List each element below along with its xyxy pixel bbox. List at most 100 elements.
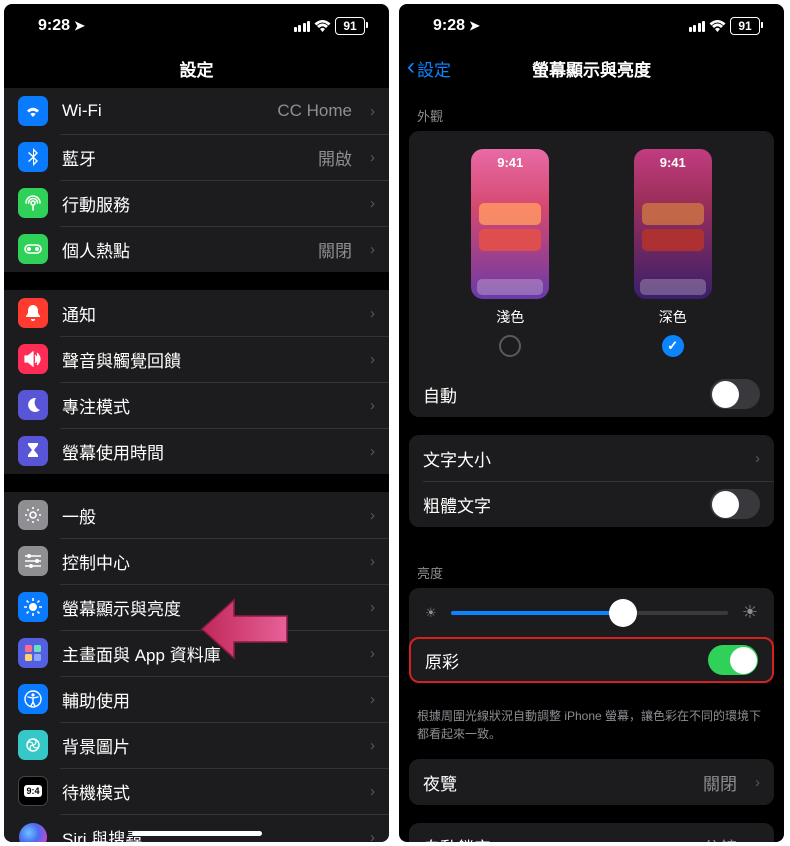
chevron-right-icon: › xyxy=(370,195,375,212)
chevron-right-icon: › xyxy=(370,103,375,120)
row-sliders[interactable]: 控制中心 › xyxy=(4,538,389,584)
radio-dark[interactable]: ✓ xyxy=(662,335,684,357)
location-icon: ➤ xyxy=(469,18,480,34)
cellular-icon xyxy=(18,188,48,218)
true-tone-footer: 根據周圍光線狀況自動調整 iPhone 螢幕，讓色彩在不同的環境下都看起來一致。 xyxy=(399,701,784,759)
row-wallpaper[interactable]: 背景圖片 › xyxy=(4,722,389,768)
row-value: 關閉 xyxy=(318,237,352,262)
apps-icon xyxy=(18,638,48,668)
chevron-right-icon: › xyxy=(755,774,760,791)
row-apps[interactable]: 主畫面與 App 資料庫› xyxy=(4,630,389,676)
chevron-right-icon: › xyxy=(370,737,375,754)
chevron-right-icon: › xyxy=(370,599,375,616)
hotspot-icon xyxy=(18,234,48,264)
row-label: 藍牙 xyxy=(62,145,304,170)
row-brightness[interactable]: 螢幕顯示與亮度 › xyxy=(4,584,389,630)
settings-list[interactable]: Wi-FiCC Home›藍牙開啟›行動服務›個人熱點關閉› 通知›聲音與觸覺回… xyxy=(4,88,389,842)
brightness-slider[interactable] xyxy=(451,611,728,615)
battery-icon: 91 xyxy=(335,17,365,35)
row-label: 背景圖片 xyxy=(62,733,352,758)
signal-icon xyxy=(294,21,311,32)
row-label: 螢幕顯示與亮度 xyxy=(62,595,352,620)
wifi-icon xyxy=(314,20,331,33)
row-cellular[interactable]: 行動服務 › xyxy=(4,180,389,226)
hourglass-icon xyxy=(18,436,48,466)
chevron-right-icon: › xyxy=(370,691,375,708)
row-moon[interactable]: 專注模式 › xyxy=(4,382,389,428)
toggle-auto-appearance[interactable] xyxy=(710,379,760,409)
row-hotspot[interactable]: 個人熱點關閉› xyxy=(4,226,389,272)
bell-icon xyxy=(18,298,48,328)
nav-header: 設定 xyxy=(4,48,389,88)
chevron-right-icon: › xyxy=(370,553,375,570)
page-title: 設定 xyxy=(180,56,214,81)
row-label: Wi-Fi xyxy=(62,101,263,121)
bluetooth-icon xyxy=(18,142,48,172)
row-gear[interactable]: 一般› xyxy=(4,492,389,538)
status-bar: 9:28 ➤ 91 xyxy=(4,4,389,48)
row-bold-text[interactable]: 粗體文字 xyxy=(409,481,774,527)
chevron-right-icon: › xyxy=(370,149,375,166)
standby-icon: 9:4 xyxy=(18,776,48,806)
row-bell[interactable]: 通知 › xyxy=(4,290,389,336)
radio-light[interactable] xyxy=(499,335,521,357)
gear-icon xyxy=(18,500,48,530)
display-brightness-screen: 9:28 ➤ 91 ‹ 設定 螢幕顯示與亮度 外觀 9:41 淺色 xyxy=(399,4,784,842)
status-bar: 9:28 ➤ 91 xyxy=(399,4,784,48)
status-time: 9:28 xyxy=(38,17,70,35)
moon-icon xyxy=(18,390,48,420)
chevron-right-icon: › xyxy=(755,450,760,467)
chevron-right-icon: › xyxy=(370,305,375,322)
chevron-right-icon: › xyxy=(755,838,760,843)
row-text-size[interactable]: 文字大小 › xyxy=(409,435,774,481)
page-title: 螢幕顯示與亮度 xyxy=(532,56,651,81)
row-auto-lock[interactable]: 自動鎖定 2 分鐘 › xyxy=(409,823,774,842)
row-value: CC Home xyxy=(277,101,352,121)
row-accessibility[interactable]: 輔助使用 › xyxy=(4,676,389,722)
svg-text:9:4: 9:4 xyxy=(26,786,39,796)
row-value: 開啟 xyxy=(318,145,352,170)
wifi-icon xyxy=(18,96,48,126)
chevron-right-icon: › xyxy=(370,397,375,414)
back-button[interactable]: ‹ 設定 xyxy=(407,48,451,88)
row-night-shift[interactable]: 夜覽 關閉 › xyxy=(409,759,774,805)
row-siri[interactable]: Siri 與搜尋› xyxy=(4,814,389,842)
row-hourglass[interactable]: 螢幕使用時間 › xyxy=(4,428,389,474)
row-label: 通知 xyxy=(62,301,352,326)
row-label: 聲音與觸覺回饋 xyxy=(62,347,352,372)
row-speaker[interactable]: 聲音與觸覺回饋 › xyxy=(4,336,389,382)
row-label: 控制中心 xyxy=(62,549,352,574)
brightness-slider-row: ☀︎ ☀︎ xyxy=(409,588,774,637)
row-auto-appearance[interactable]: 自動 xyxy=(409,371,774,417)
row-standby[interactable]: 9:4待機模式› xyxy=(4,768,389,814)
signal-icon xyxy=(689,21,706,32)
chevron-right-icon: › xyxy=(370,507,375,524)
appearance-light[interactable]: 9:41 淺色 xyxy=(471,149,549,357)
siri-icon xyxy=(18,822,48,842)
chevron-right-icon: › xyxy=(370,443,375,460)
row-true-tone[interactable]: 原彩 xyxy=(409,637,774,683)
row-label: 主畫面與 App 資料庫 xyxy=(62,641,352,666)
row-label: 專注模式 xyxy=(62,393,352,418)
sliders-icon xyxy=(18,546,48,576)
row-wifi[interactable]: Wi-Fi CC Home › xyxy=(4,88,389,134)
home-indicator[interactable] xyxy=(132,831,262,836)
chevron-right-icon: › xyxy=(370,351,375,368)
accessibility-icon xyxy=(18,684,48,714)
row-label: 螢幕使用時間 xyxy=(62,439,352,464)
section-appearance: 外觀 xyxy=(399,88,784,131)
location-icon: ➤ xyxy=(74,18,85,34)
wifi-icon xyxy=(709,20,726,33)
row-bluetooth[interactable]: 藍牙開啟 › xyxy=(4,134,389,180)
status-time: 9:28 xyxy=(433,17,465,35)
wallpaper-icon xyxy=(18,730,48,760)
appearance-dark[interactable]: 9:41 深色 ✓ xyxy=(634,149,712,357)
toggle-bold-text[interactable] xyxy=(710,489,760,519)
sun-small-icon: ☀︎ xyxy=(425,605,437,621)
toggle-true-tone[interactable] xyxy=(708,645,758,675)
row-label: 行動服務 xyxy=(62,191,352,216)
chevron-left-icon: ‹ xyxy=(407,55,415,79)
row-label: 待機模式 xyxy=(62,779,352,804)
display-settings[interactable]: 外觀 9:41 淺色 9:41 深色 ✓ xyxy=(399,88,784,842)
row-label: 輔助使用 xyxy=(62,687,352,712)
